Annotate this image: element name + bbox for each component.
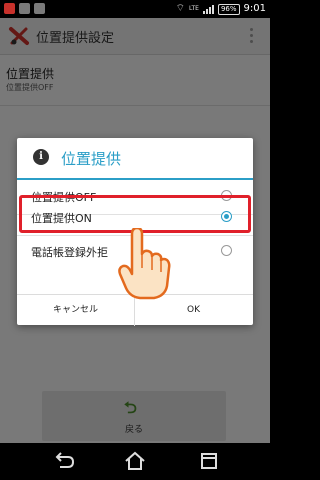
gmail-notification-icon: [19, 3, 30, 14]
pointing-hand-icon: [118, 228, 171, 300]
option-label: 電話帳登録外拒: [31, 246, 108, 259]
settings-notification-icon: [34, 3, 45, 14]
notification-icons: [4, 3, 45, 14]
app-notification-icon: [4, 3, 15, 14]
signal-icon: [202, 4, 214, 14]
back-nav-icon[interactable]: [52, 451, 76, 471]
clock: 9:01: [243, 3, 266, 14]
battery-indicator: 96%: [217, 3, 240, 15]
status-bar: ⌔ LTE 96% 9:01: [0, 0, 270, 18]
info-icon: i: [33, 149, 49, 165]
status-indicators: ⌔ LTE 96% 9:01: [176, 2, 266, 16]
home-icon[interactable]: [123, 451, 147, 471]
radio-button[interactable]: [221, 245, 232, 256]
network-type: LTE: [188, 5, 199, 12]
recent-apps-icon[interactable]: [197, 451, 221, 471]
dialog-title: 位置提供: [61, 150, 122, 168]
dialog-header: i 位置提供: [17, 138, 253, 180]
navigation-bar: [0, 443, 270, 480]
wifi-icon: ⌔: [175, 3, 185, 14]
